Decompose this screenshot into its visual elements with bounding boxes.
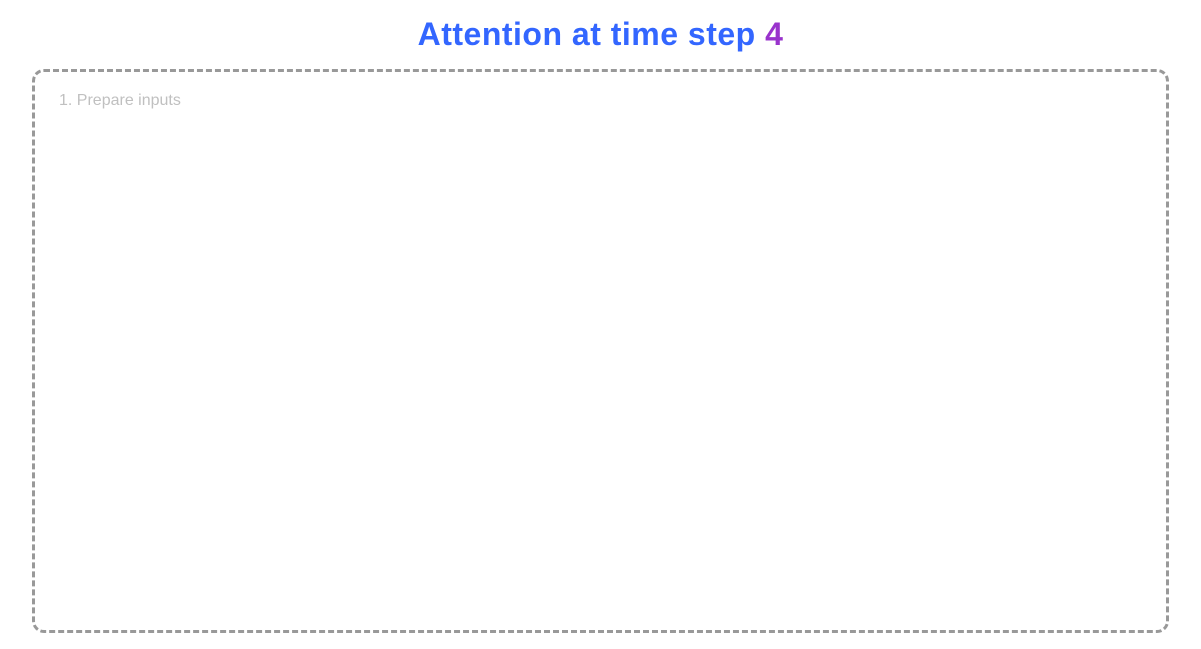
- page-title: Attention at time step 4: [16, 16, 1185, 53]
- page-container: Attention at time step 4 1. Prepare inpu…: [0, 0, 1201, 649]
- title-step-number: 4: [765, 16, 783, 52]
- title-prefix: Attention at time step: [418, 16, 766, 52]
- list-item-1: 1. Prepare inputs: [59, 92, 1142, 110]
- content-box: 1. Prepare inputs: [32, 69, 1169, 633]
- title-container: Attention at time step 4: [16, 8, 1185, 69]
